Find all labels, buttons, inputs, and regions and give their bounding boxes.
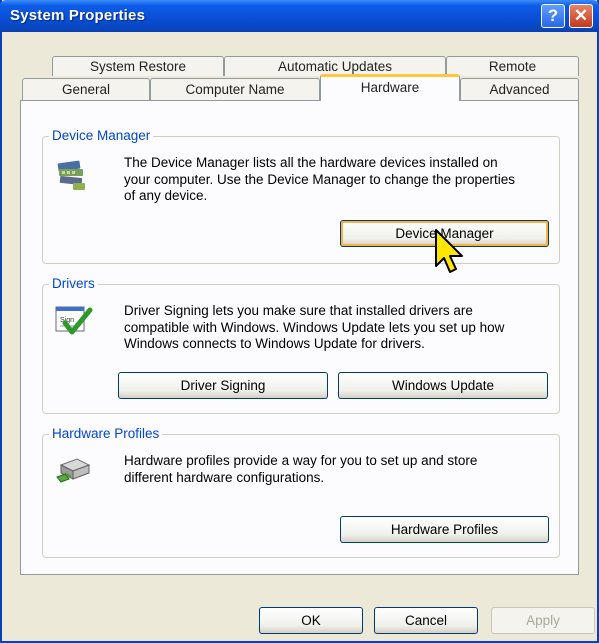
close-icon: ✕: [573, 6, 589, 25]
tab-remote[interactable]: Remote: [446, 56, 579, 76]
driver-signing-button[interactable]: Driver Signing: [118, 372, 328, 399]
hardware-profiles-group: Hardware Profiles Hardware profiles prov…: [42, 426, 560, 558]
tab-general[interactable]: General: [22, 78, 150, 100]
tab-system-restore[interactable]: System Restore: [52, 56, 224, 76]
drivers-group: Drivers Sign Driver Signing lets you mak…: [42, 276, 560, 414]
hardware-profiles-group-label: Hardware Profiles: [49, 426, 163, 442]
drivers-group-label: Drivers: [49, 276, 98, 292]
tab-advanced[interactable]: Advanced: [460, 78, 579, 100]
drivers-description: Driver Signing lets you make sure that i…: [124, 303, 504, 353]
description-line: Driver Signing lets you make sure that i…: [124, 303, 473, 318]
hardware-profiles-icon: [55, 455, 93, 488]
help-button[interactable]: ?: [541, 4, 565, 28]
hardware-tab-panel: Device Manager The Device Manager lists …: [20, 100, 579, 575]
description-line: Hardware profiles provide a way for you …: [124, 453, 478, 468]
description-line: your computer. Use the Device Manager to…: [124, 171, 515, 187]
tab-strip: System Restore Automatic Updates Remote …: [2, 32, 597, 104]
description-line: of any device.: [124, 188, 208, 203]
apply-button[interactable]: Apply: [491, 607, 595, 634]
help-icon: ?: [547, 6, 559, 25]
tab-hardware[interactable]: Hardware: [320, 74, 460, 101]
hardware-profiles-button[interactable]: Hardware Profiles: [340, 516, 549, 543]
device-manager-description: The Device Manager lists all the hardwar…: [124, 155, 515, 205]
window-title: System Properties: [10, 7, 146, 24]
tab-automatic-updates[interactable]: Automatic Updates: [224, 56, 446, 76]
driver-signing-icon: Sign: [55, 305, 93, 342]
cancel-button[interactable]: Cancel: [374, 607, 478, 634]
device-manager-group: Device Manager The Device Manager lists …: [42, 128, 560, 264]
title-bar[interactable]: System Properties ? ✕: [0, 0, 599, 32]
description-line: compatible with Windows. Windows Update …: [124, 319, 505, 335]
description-line: different hardware configurations.: [124, 469, 325, 485]
device-manager-group-label: Device Manager: [49, 128, 154, 144]
device-manager-icon: [55, 159, 89, 196]
ok-button[interactable]: OK: [259, 607, 363, 634]
close-button[interactable]: ✕: [569, 4, 593, 28]
system-properties-window: System Properties ? ✕ System Restore Aut…: [0, 0, 599, 643]
description-line: The Device Manager lists all the hardwar…: [124, 155, 498, 170]
mouse-pointer-icon: [434, 228, 468, 279]
windows-update-button[interactable]: Windows Update: [338, 372, 548, 399]
tab-computer-name[interactable]: Computer Name: [150, 78, 320, 100]
hardware-profiles-description: Hardware profiles provide a way for you …: [124, 453, 477, 486]
description-line: Windows connects to Windows Update for d…: [124, 336, 425, 351]
